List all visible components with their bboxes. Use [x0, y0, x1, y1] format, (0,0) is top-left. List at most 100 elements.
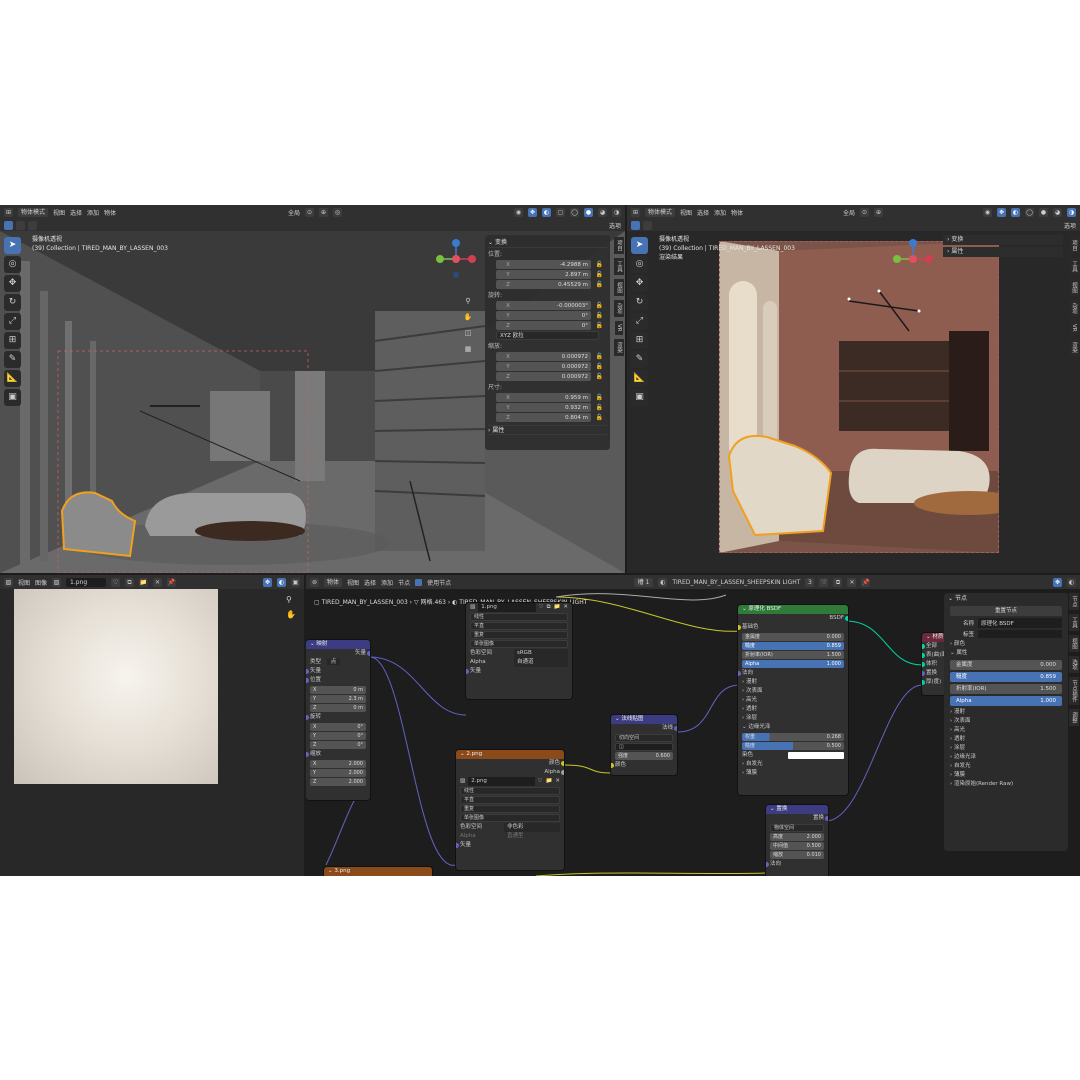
bsdf-param-field[interactable]: 糙度 0.859	[742, 642, 844, 650]
unlink-image-icon[interactable]: ✕	[555, 777, 560, 786]
lock-icon[interactable]: 🔓	[596, 414, 603, 421]
rotation-mode-dropdown[interactable]: XYZ 欧拉	[496, 331, 599, 340]
side-section[interactable]: › 次表面	[944, 717, 1068, 726]
transform-orientation[interactable]: 全局	[843, 208, 855, 217]
source-dropdown[interactable]: 单张图像	[460, 814, 560, 822]
zoom-icon[interactable]: ⚲	[286, 595, 296, 604]
menu-view[interactable]: 视图	[680, 208, 692, 217]
duplicate-image-icon[interactable]: ⧉	[547, 603, 551, 612]
measure-tool-icon[interactable]: 📐	[631, 370, 648, 387]
location-x-field[interactable]: X -4.2988 m 🔓	[496, 260, 603, 269]
projection-dropdown[interactable]: 平直	[460, 796, 560, 804]
camera-view-icon[interactable]: ◫	[462, 327, 474, 339]
rendered-shading-icon[interactable]: ◑	[1067, 207, 1076, 217]
editor-type-icon[interactable]: ⊞	[631, 207, 640, 217]
perspective-icon[interactable]: ▦	[462, 343, 474, 355]
sidebar-tab[interactable]: VR	[1070, 321, 1078, 335]
projection-dropdown[interactable]: 平直	[470, 622, 568, 630]
menu-select[interactable]: 选择	[697, 208, 709, 217]
fake-user-icon[interactable]: ♡	[538, 777, 543, 786]
measure-tool-icon[interactable]: 📐	[4, 370, 21, 387]
lock-icon[interactable]: 🔓	[596, 322, 603, 329]
navigation-gizmo[interactable]	[891, 237, 935, 281]
rotation-x-field[interactable]: X -0.000003° 🔓	[496, 301, 603, 310]
lock-icon[interactable]: 🔓	[596, 271, 603, 278]
select-box-icon[interactable]	[4, 220, 13, 230]
sidebar-tab[interactable]: 渲染	[614, 338, 624, 356]
side-section[interactable]: › 漫射	[944, 708, 1068, 717]
menu-object[interactable]: 物体	[104, 208, 116, 217]
bsdf-section[interactable]: › 薄膜	[738, 769, 848, 778]
menu-select[interactable]: 选择	[70, 208, 82, 217]
gizmo-icon[interactable]: ✥	[997, 207, 1006, 217]
bsdf-header[interactable]: ⌄ 原理化 BSDF	[738, 605, 848, 614]
node-section-header[interactable]: ⌄ 节点	[944, 593, 1068, 604]
dimension-x-field[interactable]: X 0.959 m 🔓	[496, 393, 603, 402]
mapping-node[interactable]: ⌄ 映射 矢量 类型 点 矢量 位置 X 0 m Y 2.3 m Z 0 m 旋转 X 0°…	[306, 640, 370, 800]
wireframe-shading-icon[interactable]: ◯	[570, 207, 579, 217]
mode-select[interactable]: 物体模式	[645, 207, 676, 217]
transform-tool-icon[interactable]: ⊞	[631, 332, 648, 349]
sidebar-tab[interactable]: 杂项	[1069, 300, 1079, 317]
menu-add[interactable]: 添加	[714, 208, 726, 217]
mapping-rotation-field[interactable]: Z 0°	[310, 741, 366, 749]
select-mode-icon-2[interactable]	[28, 220, 37, 230]
interpolation-dropdown[interactable]: 线性	[470, 613, 568, 621]
side-section[interactable]: › 自发光	[944, 762, 1068, 771]
side-section[interactable]: › 涂层	[944, 744, 1068, 753]
unlink-image-icon[interactable]: ✕	[153, 577, 163, 587]
move-tool-icon[interactable]: ✥	[4, 275, 21, 292]
menu-view[interactable]: 视图	[18, 578, 30, 587]
material-shading-icon[interactable]: ◕	[598, 207, 607, 217]
side-param-field[interactable]: Alpha 1.000	[950, 696, 1062, 706]
bsdf-section[interactable]: › 涂层	[738, 714, 848, 723]
overlay-icon[interactable]: ◐	[1011, 207, 1020, 217]
transform-orientation[interactable]: 全局	[288, 208, 300, 217]
cursor-tool-icon[interactable]: ◎	[631, 256, 648, 273]
move-tool-icon[interactable]: ✥	[631, 275, 648, 292]
image-select-row[interactable]: ▨ 1.png ♡ ⧉ 📁 ✕	[466, 603, 572, 612]
sidebar-tab[interactable]: 节点	[1069, 593, 1079, 610]
dimension-y-field[interactable]: Y 0.932 m 🔓	[496, 403, 603, 412]
normal-map-header[interactable]: ⌄ 法线贴图	[611, 715, 677, 724]
gizmo-icon[interactable]: ✥	[528, 207, 537, 217]
displacement-node[interactable]: ⌄ 置换 置换 物体空间 高度 2.000 中间值 0.500 缩放 0.010 法向	[766, 805, 828, 876]
add-cube-tool-icon[interactable]: ▣	[4, 389, 21, 406]
rendered-shading-icon[interactable]: ◑	[612, 207, 621, 217]
image-browse-icon[interactable]: ▨	[470, 603, 475, 612]
location-y-field[interactable]: Y 2.897 m 🔓	[496, 270, 603, 279]
select-tool-icon[interactable]: ➤	[4, 237, 21, 254]
image-browse-icon[interactable]: ▨	[52, 577, 62, 587]
socket[interactable]	[922, 671, 925, 676]
displacement-param-field[interactable]: 中间值 0.500	[770, 842, 824, 850]
unlink-image-icon[interactable]: ✕	[563, 603, 568, 612]
image-name-field[interactable]: 2.png	[468, 777, 535, 786]
transform-tool-icon[interactable]: ⊞	[4, 332, 21, 349]
bsdf-section[interactable]: › 高光	[738, 696, 848, 705]
sidebar-tab[interactable]: 工具	[1069, 258, 1079, 275]
side-section[interactable]: › 透射	[944, 735, 1068, 744]
reset-node-button[interactable]: 重置节点	[950, 606, 1062, 616]
image-name-field[interactable]: 1.png	[478, 603, 536, 612]
lock-icon[interactable]: 🔓	[596, 363, 603, 370]
side-param-field[interactable]: 金属度 0.000	[950, 660, 1062, 670]
annotate-tool-icon[interactable]: ✎	[4, 351, 21, 368]
rotate-tool-icon[interactable]: ↻	[4, 294, 21, 311]
sidebar-tab[interactable]: 工具	[614, 258, 624, 275]
mapping-rotation-field[interactable]: Y 0°	[310, 732, 366, 740]
sidebar-tab[interactable]: 调整	[1069, 709, 1079, 726]
fake-user-icon[interactable]: ♡	[111, 577, 121, 587]
bsdf-section[interactable]: › 自发光	[738, 760, 848, 769]
image-texture-node-3[interactable]: ⌄ 3.png	[324, 867, 432, 876]
menu-image[interactable]: 图像	[35, 578, 47, 587]
sidebar-tab[interactable]: 工具	[1069, 614, 1079, 631]
displacement-header[interactable]: ⌄ 置换	[766, 805, 828, 814]
transform-header[interactable]: ⌄ 变换	[488, 238, 607, 248]
lock-icon[interactable]: 🔓	[596, 404, 603, 411]
options-menu[interactable]: 选项	[609, 221, 621, 230]
dimension-z-field[interactable]: Z 0.804 m 🔓	[496, 413, 603, 422]
socket[interactable]	[922, 680, 925, 685]
sidebar-tab[interactable]: 项目	[614, 237, 624, 254]
annotate-tool-icon[interactable]: ✎	[631, 351, 648, 368]
lock-icon[interactable]: 🔓	[596, 261, 603, 268]
